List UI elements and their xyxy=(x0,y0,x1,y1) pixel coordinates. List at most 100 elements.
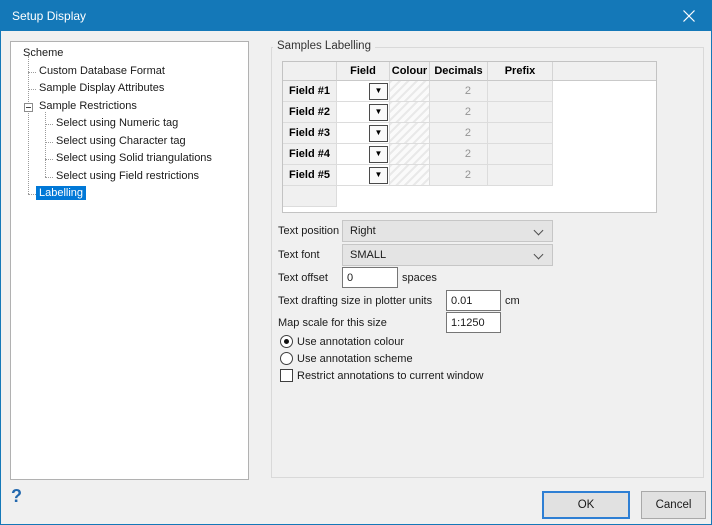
decimals-cell: 2 xyxy=(430,144,488,165)
cancel-button[interactable]: Cancel xyxy=(641,491,706,519)
chevron-down-icon xyxy=(534,226,544,236)
row-header: Field #2 xyxy=(283,102,337,123)
help-button[interactable]: ? xyxy=(11,486,22,507)
tree-item-label[interactable]: Labelling xyxy=(36,186,86,200)
decimals-cell: 2 xyxy=(430,102,488,123)
header-filler xyxy=(553,62,656,81)
field-cell[interactable]: ▼ xyxy=(337,144,390,165)
table-row: Field #5▼2 xyxy=(283,165,656,186)
tree-item-label[interactable]: Scheme xyxy=(20,46,66,60)
tree-item-label[interactable]: Select using Solid triangulations xyxy=(53,151,215,165)
decimals-cell: 2 xyxy=(430,81,488,102)
colour-cell xyxy=(390,165,430,186)
stub-row-header xyxy=(283,186,337,207)
prefix-cell xyxy=(488,81,553,102)
tree-item-select-using-field-restrictions[interactable]: Select using Field restrictions xyxy=(11,169,248,186)
field-dropdown-button[interactable]: ▼ xyxy=(369,104,388,121)
table-row: Field #1 ▼ 2 xyxy=(283,81,656,102)
drafting-size-label: Text drafting size in plotter units xyxy=(278,295,432,307)
column-header: Decimals xyxy=(430,62,488,81)
scheme-tree-panel: Scheme Custom Database Format Sample Displ… xyxy=(10,41,249,480)
text-font-combobox[interactable]: SMALL xyxy=(342,244,553,266)
tree-item-sample-restrictions[interactable]: Sample Restrictions xyxy=(11,99,248,116)
drafting-size-input[interactable] xyxy=(446,290,501,311)
titlebar: Setup Display xyxy=(1,1,711,31)
field-cell[interactable]: ▼ xyxy=(337,123,390,144)
use-annotation-colour-label[interactable]: Use annotation colour xyxy=(297,336,404,348)
decimals-cell: 2 xyxy=(430,123,488,144)
tree-item-custom-database-format[interactable]: Custom Database Format xyxy=(11,64,248,81)
collapse-minus-icon[interactable] xyxy=(24,103,33,112)
fields-table[interactable]: FieldColourDecimalsPrefix Field #1▼2Fiel… xyxy=(282,61,657,213)
table-row: Field #3 ▼ 2 xyxy=(283,123,656,144)
tree-item-label[interactable]: Custom Database Format xyxy=(36,64,168,78)
prefix-cell xyxy=(488,102,553,123)
text-font-value: SMALL xyxy=(350,249,386,261)
text-offset-suffix: spaces xyxy=(402,272,437,284)
field-dropdown-button[interactable]: ▼ xyxy=(369,146,388,163)
tree-dash xyxy=(45,142,53,143)
tree-dash xyxy=(45,124,53,125)
restrict-annotations-label[interactable]: Restrict annotations to current window xyxy=(297,370,483,382)
use-annotation-colour-radio[interactable] xyxy=(280,335,293,348)
tree-dash xyxy=(28,72,36,73)
column-header: Field xyxy=(337,62,390,81)
field-dropdown-button[interactable]: ▼ xyxy=(369,83,388,100)
text-offset-input[interactable] xyxy=(342,267,398,288)
close-icon xyxy=(683,10,695,22)
field-dropdown-button[interactable]: ▼ xyxy=(369,167,388,184)
map-scale-input[interactable] xyxy=(446,312,501,333)
text-position-value: Right xyxy=(350,225,376,237)
text-font-label: Text font xyxy=(278,249,320,261)
tree-item-select-using-numeric-tag[interactable]: Select using Numeric tag xyxy=(11,116,248,133)
colour-cell xyxy=(390,123,430,144)
field-cell[interactable]: ▼ xyxy=(337,102,390,123)
table-row: Field #2 ▼ 2 xyxy=(283,102,656,123)
tree-item-sample-display-attributes[interactable]: Sample Display Attributes xyxy=(11,81,248,98)
table-stub-row xyxy=(283,186,656,207)
table-header-row: FieldColourDecimalsPrefix xyxy=(283,62,656,81)
tree-item-label[interactable]: Select using Numeric tag xyxy=(53,116,181,130)
column-header xyxy=(283,62,337,81)
decimals-cell: 2 xyxy=(430,165,488,186)
row-header: Field #4 xyxy=(283,144,337,165)
tree-item-select-using-character-tag[interactable]: Select using Character tag xyxy=(11,134,248,151)
drafting-size-suffix: cm xyxy=(505,295,520,307)
text-position-label: Text position xyxy=(278,225,339,237)
tree-item-labelling[interactable]: Labelling xyxy=(11,186,248,203)
column-header: Prefix xyxy=(488,62,553,81)
ok-button[interactable]: OK xyxy=(542,491,630,519)
colour-cell xyxy=(390,144,430,165)
restrict-annotations-checkbox[interactable] xyxy=(280,369,293,382)
text-offset-label: Text offset xyxy=(278,272,328,284)
tree-dash xyxy=(45,159,53,160)
setup-display-dialog: Setup Display Scheme Custom Database Form… xyxy=(0,0,712,525)
tree-item-select-using-solid-triangulations[interactable]: Select using Solid triangulations xyxy=(11,151,248,168)
row-header: Field #1 xyxy=(283,81,337,102)
colour-cell xyxy=(390,102,430,123)
tree-item-scheme[interactable]: Scheme xyxy=(11,46,248,63)
field-cell[interactable]: ▼ xyxy=(337,81,390,102)
use-annotation-scheme-label[interactable]: Use annotation scheme xyxy=(297,353,413,365)
tree-item-label[interactable]: Sample Restrictions xyxy=(36,99,140,113)
chevron-down-icon xyxy=(534,250,544,260)
field-cell[interactable]: ▼ xyxy=(337,165,390,186)
tree-dash xyxy=(45,177,53,178)
tree-item-label[interactable]: Select using Field restrictions xyxy=(53,169,202,183)
tree-item-label[interactable]: Sample Display Attributes xyxy=(36,81,167,95)
table-row: Field #4 ▼ 2 xyxy=(283,144,656,165)
prefix-cell xyxy=(488,123,553,144)
close-button[interactable] xyxy=(666,1,711,31)
use-annotation-scheme-radio[interactable] xyxy=(280,352,293,365)
colour-cell xyxy=(390,81,430,102)
prefix-cell xyxy=(488,165,553,186)
tree-dash xyxy=(28,89,36,90)
prefix-cell xyxy=(488,144,553,165)
text-position-combobox[interactable]: Right xyxy=(342,220,553,242)
tree-dash xyxy=(28,194,36,195)
row-header: Field #3 xyxy=(283,123,337,144)
field-dropdown-button[interactable]: ▼ xyxy=(369,125,388,142)
groupbox-title: Samples Labelling xyxy=(273,40,375,52)
table-body: Field #1 ▼ 2 Field #2 ▼ 2 Field #3 ▼ 2 Field #4 ▼ 2… xyxy=(283,81,656,186)
tree-item-label[interactable]: Select using Character tag xyxy=(53,134,189,148)
